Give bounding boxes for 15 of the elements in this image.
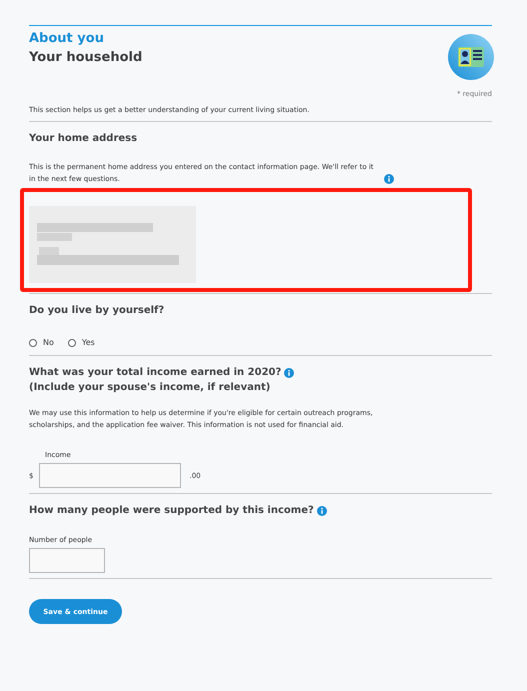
section-title: About you [29,31,105,46]
page-title: Your household [29,50,142,65]
info-icon[interactable] [316,506,327,516]
question-subheading: (Include your spouse's income, if relevant) [29,382,272,393]
question-heading: What was your total income earned in 2020? [29,367,282,378]
question-heading: Your home address [29,133,138,144]
radio-option[interactable]: Yes [68,338,95,347]
question-heading: How many people were supported by this income? [29,505,314,516]
id-card-icon [448,34,494,80]
question-heading: Do you live by yourself? [29,305,166,316]
info-icon[interactable] [284,368,294,378]
info-icon[interactable] [384,174,394,184]
radio-option[interactable]: No [29,338,54,347]
people-field[interactable] [29,548,105,573]
income-field[interactable] [39,463,182,488]
